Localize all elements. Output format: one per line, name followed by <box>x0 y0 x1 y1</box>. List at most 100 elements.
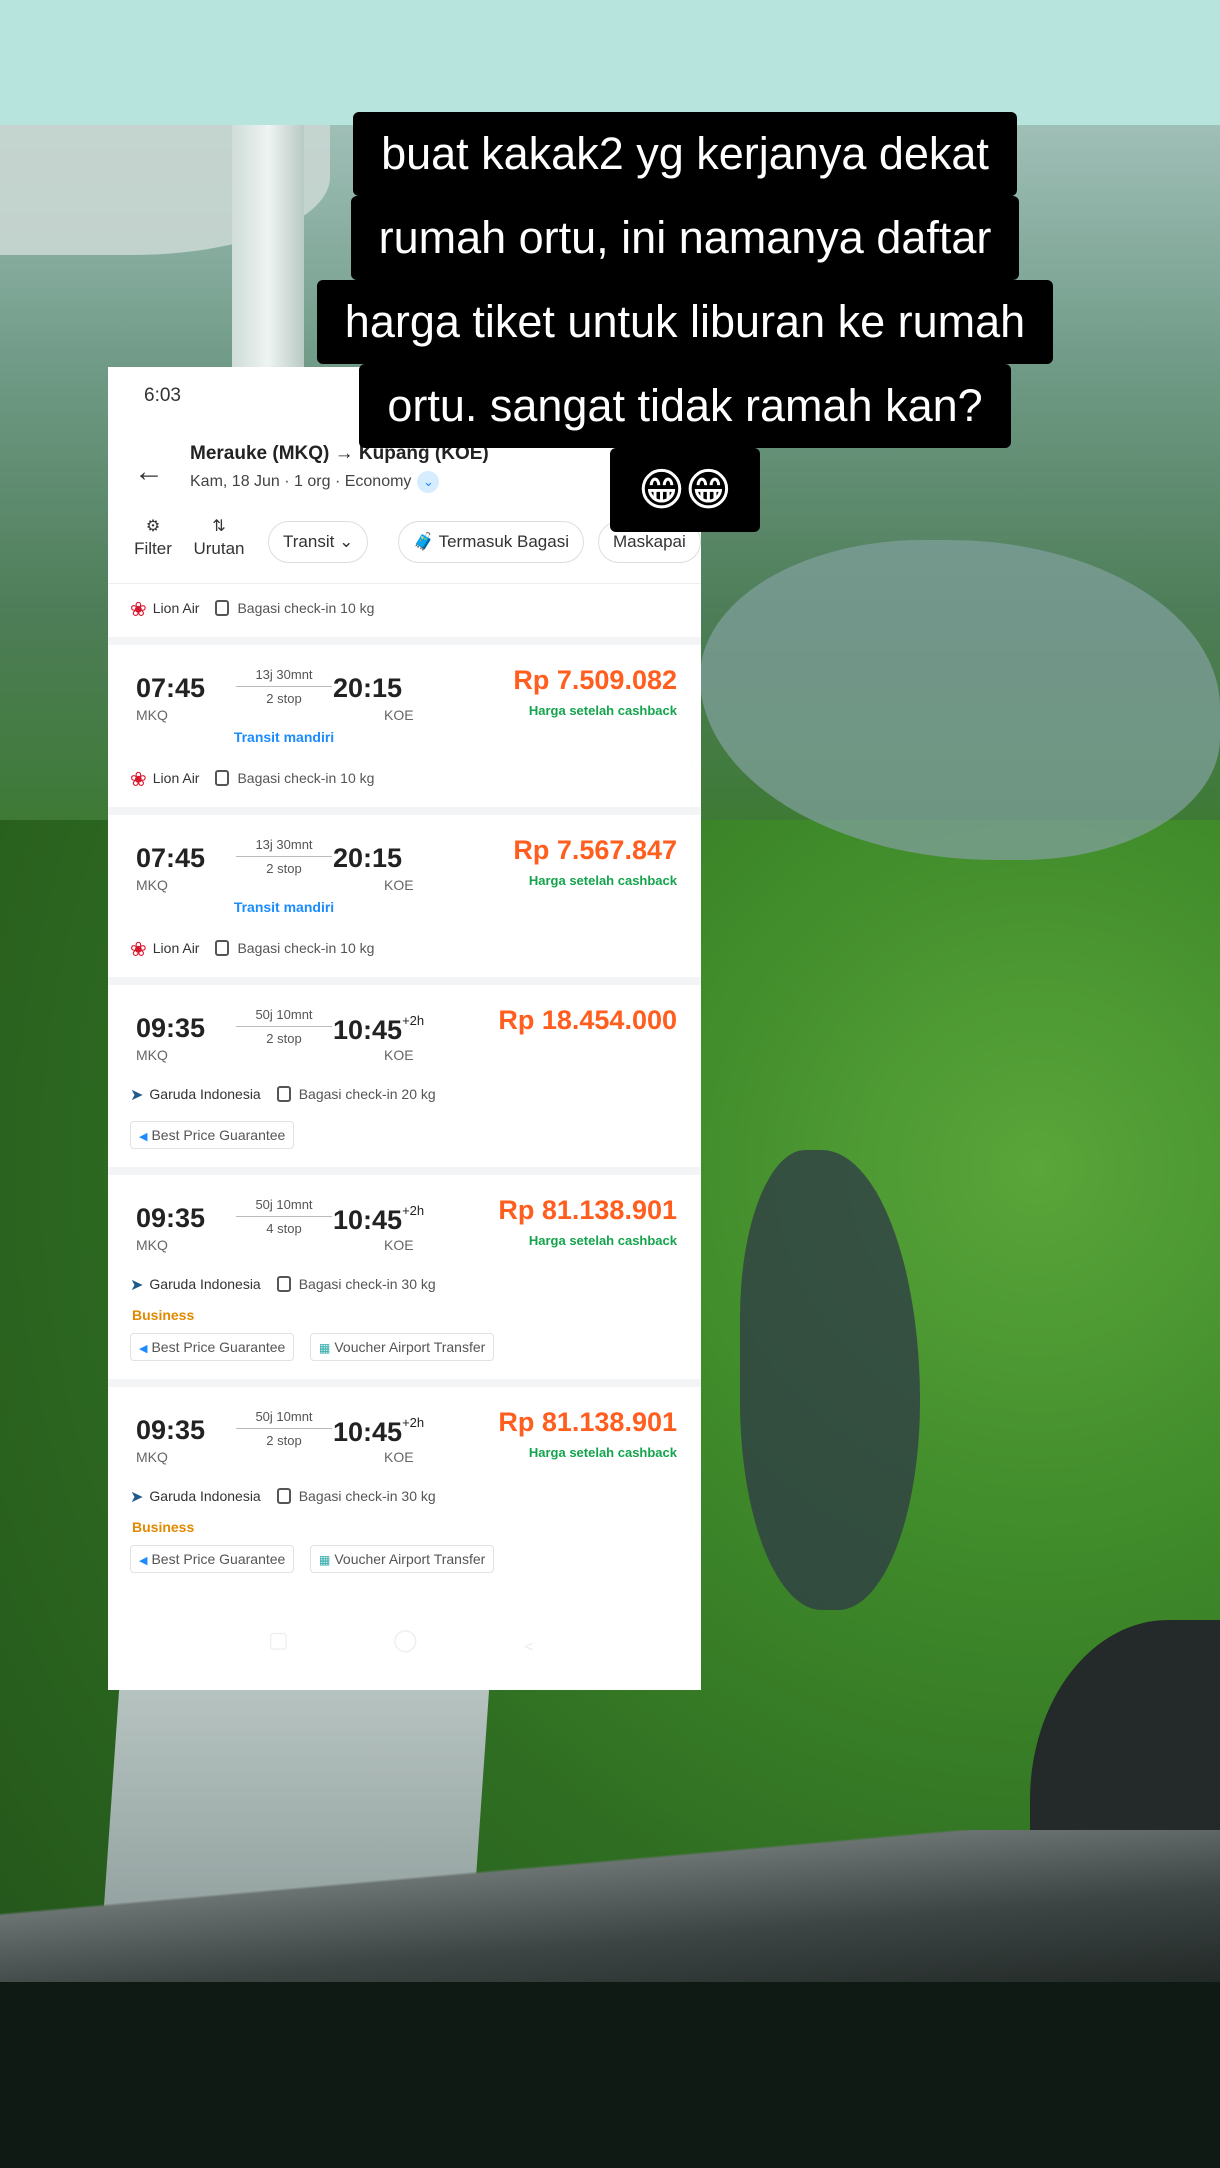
arrival-airport: KOE <box>384 707 414 723</box>
suitcase-icon <box>215 940 230 957</box>
sliders-icon: ⚙ <box>145 518 161 535</box>
flight-card[interactable]: 09:35 MKQ 50j 10mnt 2 stop 10:45+2h KOE … <box>108 1379 701 1591</box>
airline-row: ❀ Lion Air Bagasi check-in 10 kg <box>130 597 374 622</box>
voucher-icon: ▦ <box>319 1341 331 1355</box>
stops: 4 stop <box>266 1221 302 1236</box>
departure-airport: MKQ <box>136 707 168 723</box>
sort-label: Urutan <box>193 539 245 558</box>
airline-name: Lion Air <box>152 600 200 617</box>
departure-time: 09:35 <box>136 1203 206 1233</box>
garuda-logo-icon: ➤ <box>130 1087 144 1104</box>
status-time: 6:03 <box>144 385 181 406</box>
bottom-dark-band <box>0 1982 1220 2168</box>
day-offset: +2h <box>402 1013 425 1028</box>
transit-note: Transit mandiri <box>233 729 335 745</box>
cabin-class: Business <box>132 1519 195 1535</box>
duration: 13j 30mnt <box>255 667 313 682</box>
best-price-tag: ◀ Best Price Guarantee <box>130 1121 295 1149</box>
departure-time: 07:45 <box>136 843 206 873</box>
duration-line <box>236 686 332 687</box>
airline-name: Garuda Indonesia <box>149 1275 261 1292</box>
voucher-tag: ▦ Voucher Airport Transfer <box>310 1545 495 1573</box>
suitcase-icon <box>276 1085 291 1102</box>
arrival-time: 20:15 <box>333 673 403 703</box>
arrival-airport: KOE <box>384 877 414 893</box>
filter-label: Filter <box>134 539 172 558</box>
baggage-info: Bagasi check-in 10 kg <box>237 770 375 787</box>
cabin-class: Business <box>132 1307 195 1323</box>
tag-icon: ◀ <box>139 1343 148 1355</box>
caption-line: rumah ortu, ini namanya daftar <box>350 196 1020 280</box>
sort-button[interactable]: ⇅ Urutan <box>188 515 250 559</box>
price: Rp 81.138.901 <box>498 1195 677 1225</box>
system-nav-bar: ▢ ◯ ﹤ <box>108 1597 701 1690</box>
airline-label: Maskapai <box>613 532 686 551</box>
price: Rp 7.509.082 <box>513 665 677 695</box>
price: Rp 18.454.000 <box>498 1005 677 1035</box>
back-arrow-icon[interactable]: ← <box>134 455 164 489</box>
price: Rp 7.567.847 <box>513 835 677 865</box>
stops: 2 stop <box>266 1433 302 1448</box>
lion-air-logo-icon: ❀ <box>130 599 147 621</box>
suitcase-icon <box>276 1275 291 1292</box>
transit-label: Transit <box>283 532 335 551</box>
window-frame <box>0 1830 1220 2000</box>
stops: 2 stop <box>266 1031 302 1046</box>
flight-card[interactable]: 07:45 MKQ 13j 30mnt 2 stop 20:15 KOE Rp … <box>108 637 701 807</box>
airline-row: ➤ Garuda Indonesia Bagasi check-in 20 kg <box>130 1085 436 1105</box>
arrival-time: 10:45+2h <box>333 1415 425 1447</box>
suitcase-icon: 🧳 <box>413 532 435 551</box>
flight-card[interactable]: 09:35 MKQ 50j 10mnt 2 stop 10:45+2h KOE … <box>108 977 701 1167</box>
sky-band <box>0 0 1220 125</box>
day-offset: +2h <box>402 1203 425 1218</box>
garuda-logo-icon: ➤ <box>130 1277 144 1294</box>
caption-line: ortu. sangat tidak ramah kan? <box>359 364 1011 448</box>
home-icon[interactable]: ◯ <box>393 1627 418 1653</box>
baggage-info: Bagasi check-in 30 kg <box>298 1275 436 1292</box>
caption-line: harga tiket untuk liburan ke rumah <box>316 280 1054 364</box>
suitcase-icon <box>215 600 230 617</box>
duration-line <box>236 1216 332 1217</box>
arrival-airport: KOE <box>384 1047 414 1063</box>
divider <box>108 583 701 584</box>
lion-air-logo-icon: ❀ <box>130 939 147 961</box>
airline-name: Lion Air <box>152 940 200 957</box>
cashback-note: Harga setelah cashback <box>528 1445 677 1460</box>
caption-overlay: buat kakak2 yg kerjanya dekat rumah ortu… <box>255 112 1115 532</box>
tag-icon: ◀ <box>139 1555 148 1567</box>
cashback-note: Harga setelah cashback <box>528 1233 677 1248</box>
duration-line <box>236 856 332 857</box>
arrival-airport: KOE <box>384 1237 414 1253</box>
chevron-down-icon: ⌄ <box>339 532 354 551</box>
arrival-time: 20:15 <box>333 843 403 873</box>
baggage-info: Bagasi check-in 20 kg <box>298 1085 436 1102</box>
recents-icon[interactable]: ▢ <box>268 1627 289 1653</box>
flight-card[interactable]: 07:45 MKQ 13j 30mnt 2 stop 20:15 KOE Rp … <box>108 807 701 977</box>
duration: 50j 10mnt <box>255 1197 313 1212</box>
airline-row: ➤ Garuda Indonesia Bagasi check-in 30 kg <box>130 1275 436 1295</box>
caption-emoji: 😁😁 <box>610 448 760 532</box>
day-offset: +2h <box>402 1415 425 1430</box>
best-price-tag: ◀ Best Price Guarantee <box>130 1545 295 1573</box>
filter-button[interactable]: ⚙ Filter <box>122 515 184 559</box>
duration-line <box>236 1026 332 1027</box>
airline-name: Garuda Indonesia <box>149 1487 261 1504</box>
suitcase-icon <box>276 1487 291 1504</box>
lion-air-logo-icon: ❀ <box>130 769 147 791</box>
departure-time: 09:35 <box>136 1013 206 1043</box>
baggage-label: Termasuk Bagasi <box>438 532 569 551</box>
duration: 50j 10mnt <box>255 1409 313 1424</box>
voucher-icon: ▦ <box>319 1553 331 1567</box>
departure-airport: MKQ <box>136 1047 168 1063</box>
arrival-airport: KOE <box>384 1449 414 1465</box>
departure-airport: MKQ <box>136 877 168 893</box>
caption-line: buat kakak2 yg kerjanya dekat <box>353 112 1017 196</box>
flight-card[interactable]: 09:35 MKQ 50j 10mnt 4 stop 10:45+2h KOE … <box>108 1167 701 1379</box>
departure-time: 07:45 <box>136 673 206 703</box>
best-price-tag: ◀ Best Price Guarantee <box>130 1333 295 1361</box>
flight-search-screenshot: 6:03 ← Merauke (MKQ) → Kupang (KOE) Kam,… <box>108 367 701 1690</box>
arrival-time: 10:45+2h <box>333 1013 425 1045</box>
back-nav-icon[interactable]: ﹤ <box>518 1627 540 1659</box>
transit-note: Transit mandiri <box>233 899 335 915</box>
airline-row: ➤ Garuda Indonesia Bagasi check-in 30 kg <box>130 1487 436 1507</box>
